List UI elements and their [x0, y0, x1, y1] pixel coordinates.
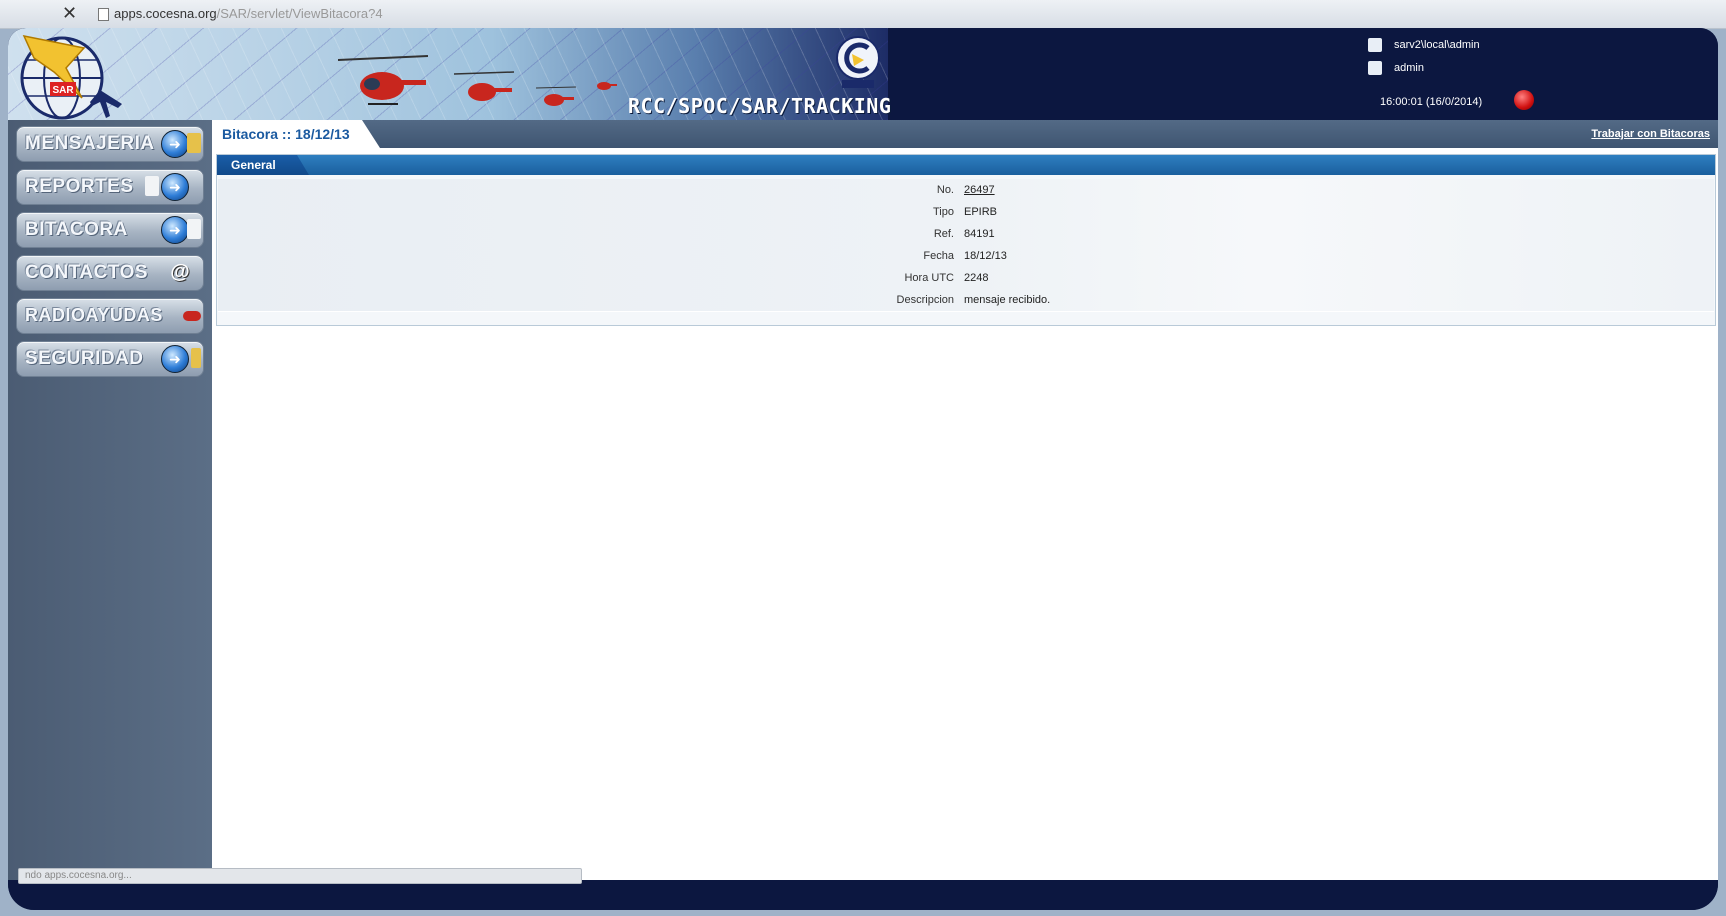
- sidebar: MENSAJERIA ➜ REPORTES ➜ BITACORA ➜ CONTA…: [8, 120, 212, 910]
- field-value: 18/12/13: [964, 250, 1007, 262]
- field-value: 84191: [964, 228, 995, 240]
- user-panel: sarv2\local\admin admin 16:00:01 (16/0/2…: [1368, 34, 1688, 114]
- sidebar-item-label: REPORTES: [25, 176, 134, 197]
- section-tab: General: [217, 155, 309, 175]
- url-host: apps.cocesna.org: [114, 6, 217, 21]
- field-label: Ref.: [933, 228, 954, 240]
- alarm-icon[interactable]: [1514, 90, 1534, 110]
- arrow-icon: ➜: [161, 216, 189, 244]
- sidebar-item-label: RADIOAYUDAS: [25, 305, 163, 325]
- section-header: General: [217, 155, 1715, 175]
- main-content: Bitacora :: 18/12/13 Trabajar con Bitaco…: [212, 120, 1718, 880]
- page-icon: [98, 8, 109, 21]
- app-window: SAR RCC/SPOC/SAR/TRACKING sarv2\local\ad…: [8, 28, 1718, 910]
- sidebar-item-mensajeria[interactable]: MENSAJERIA ➜: [16, 126, 204, 162]
- field-row-hora-utc: Hora UTC 2248: [218, 267, 1714, 290]
- header-banner-image: SAR RCC/SPOC/SAR/TRACKING: [8, 28, 892, 120]
- field-label: No.: [936, 184, 954, 196]
- at-icon: @: [170, 261, 190, 283]
- field-row-descripcion: Descripcion mensaje recibido.: [218, 289, 1714, 312]
- server-icon: [1368, 38, 1382, 52]
- field-label: Descripcion: [896, 294, 954, 306]
- field-label: Tipo: [933, 206, 954, 218]
- field-row-fecha: Fecha 18/12/13: [218, 245, 1714, 268]
- record-number-link[interactable]: 26497: [964, 184, 995, 196]
- antenna-icon: [183, 311, 201, 321]
- sidebar-item-label: BITACORA: [25, 219, 128, 240]
- page-title-tab: Bitacora :: 18/12/13: [212, 120, 380, 148]
- field-value: EPIRB: [964, 206, 998, 218]
- trabajar-con-bitacoras-link[interactable]: Trabajar con Bitacoras: [1591, 128, 1710, 140]
- helicopter-image: [536, 86, 576, 106]
- page-title: Bitacora :: 18/12/13: [222, 126, 350, 142]
- field-value: mensaje recibido.: [964, 294, 1051, 306]
- sidebar-item-reportes[interactable]: REPORTES ➜: [16, 169, 204, 205]
- user-path: sarv2\local\admin: [1394, 39, 1480, 51]
- close-icon[interactable]: ✕: [62, 3, 77, 24]
- status-text: ndo apps.cocesna.org...: [25, 870, 132, 881]
- user-icon: [1368, 61, 1382, 75]
- helicopter-image: [454, 71, 514, 101]
- field-label: Hora UTC: [904, 272, 954, 284]
- svg-text:SAR: SAR: [52, 85, 74, 96]
- sidebar-item-label: MENSAJERIA: [25, 133, 155, 154]
- helicopter-image: [338, 55, 428, 105]
- url-path: /SAR/servlet/ViewBitacora?4: [216, 6, 383, 21]
- arrow-icon: ➜: [161, 173, 189, 201]
- footer-band: [8, 880, 1718, 910]
- envelope-icon: [187, 133, 201, 153]
- sidebar-item-bitacora[interactable]: BITACORA ➜: [16, 212, 204, 248]
- page-title-bar: Bitacora :: 18/12/13 Trabajar con Bitaco…: [212, 120, 1718, 148]
- section-title: General: [231, 158, 276, 172]
- field-value: 2248: [964, 272, 989, 284]
- browser-toolbar: ✕ apps.cocesna.org/SAR/servlet/ViewBitac…: [0, 0, 1726, 29]
- sidebar-item-contactos[interactable]: CONTACTOS @: [16, 255, 204, 291]
- header: SAR RCC/SPOC/SAR/TRACKING sarv2\local\ad…: [8, 28, 1718, 120]
- app-title: RCC/SPOC/SAR/TRACKING: [628, 94, 892, 118]
- field-row-no: No. 26497: [218, 179, 1714, 202]
- field-label: Fecha: [923, 250, 954, 262]
- field-row-tipo: Tipo EPIRB: [218, 201, 1714, 224]
- sidebar-item-label: CONTACTOS: [25, 262, 149, 283]
- cocesna-logo: [836, 36, 880, 88]
- sidebar-item-label: SEGURIDAD: [25, 348, 144, 369]
- browser-status-bar: ndo apps.cocesna.org...: [18, 868, 582, 884]
- user-name: admin: [1394, 62, 1424, 74]
- sar-logo: SAR: [20, 34, 122, 120]
- general-section: General No. 26497 Tipo EPIRB Ref. 84191 …: [216, 154, 1716, 326]
- document-icon: [145, 176, 159, 196]
- sidebar-item-seguridad[interactable]: SEGURIDAD ➜: [16, 341, 204, 377]
- key-icon: [191, 348, 201, 368]
- arrow-icon: ➜: [161, 345, 189, 373]
- address-bar[interactable]: apps.cocesna.org/SAR/servlet/ViewBitacor…: [114, 6, 383, 21]
- field-row-ref: Ref. 84191: [218, 223, 1714, 246]
- clock: 16:00:01 (16/0/2014): [1380, 96, 1483, 108]
- arrow-icon: ➜: [161, 130, 189, 158]
- sidebar-item-radioayudas[interactable]: RADIOAYUDAS: [16, 298, 204, 334]
- helicopter-image: [597, 82, 617, 90]
- notebook-icon: [187, 219, 201, 239]
